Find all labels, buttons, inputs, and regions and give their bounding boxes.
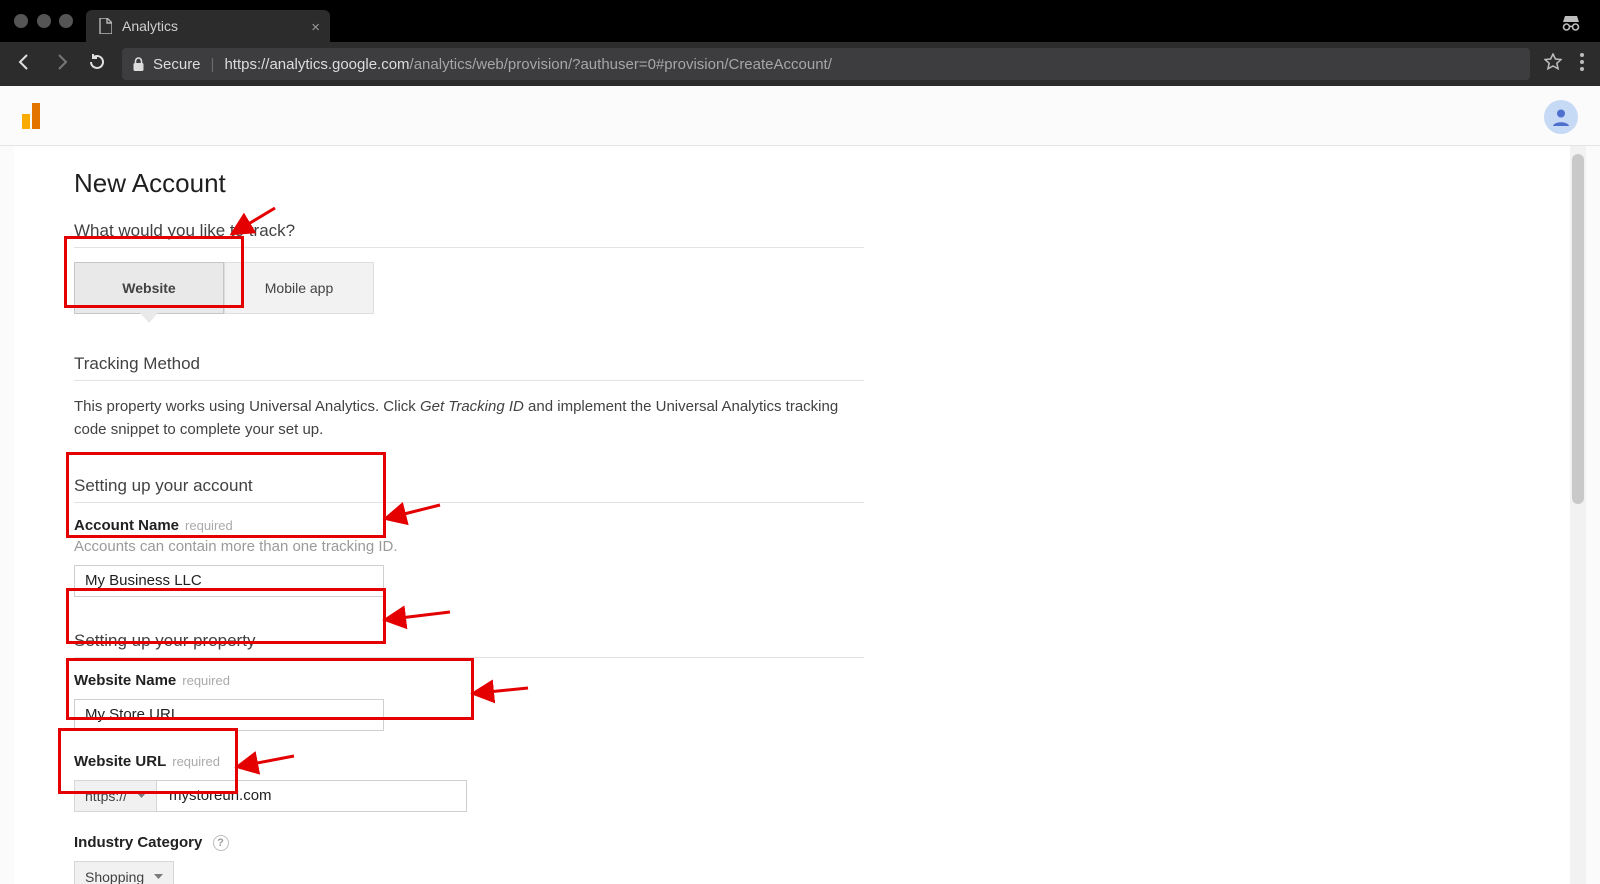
window-controls[interactable] — [14, 14, 73, 28]
analytics-logo-icon — [22, 103, 40, 129]
account-setup-heading: Setting up your account — [74, 476, 864, 503]
chevron-down-icon — [154, 874, 163, 880]
scrollbar-thumb[interactable] — [1572, 154, 1584, 504]
incognito-icon — [1560, 14, 1582, 32]
account-name-hint: Accounts can contain more than one track… — [74, 538, 864, 555]
help-icon[interactable]: ? — [213, 835, 229, 851]
website-url-label: Website URLrequired — [74, 753, 864, 770]
tracking-method-heading: Tracking Method — [74, 354, 864, 381]
app-header — [0, 86, 1600, 146]
content: New Account What would you like to track… — [14, 146, 864, 884]
browser-tab[interactable]: Analytics × — [86, 10, 330, 42]
property-setup-heading: Setting up your property — [74, 631, 864, 658]
scrollbar[interactable] — [1570, 146, 1586, 884]
industry-select[interactable]: Shopping — [74, 861, 174, 884]
user-icon — [1550, 106, 1572, 128]
account-name-input[interactable] — [74, 565, 384, 597]
industry-label: Industry Category ? — [74, 834, 864, 851]
page-icon — [98, 18, 112, 34]
track-type-toggle: Website Mobile app — [74, 262, 864, 314]
minimize-window-icon[interactable] — [37, 14, 51, 28]
address-bar[interactable]: Secure | https://analytics.google.com/an… — [122, 48, 1530, 80]
forward-button[interactable] — [52, 53, 70, 76]
website-url-input[interactable] — [157, 780, 467, 812]
tracking-method-desc: This property works using Universal Anal… — [74, 395, 864, 442]
reload-button[interactable] — [88, 53, 106, 76]
website-name-input[interactable] — [74, 699, 384, 731]
tab-website[interactable]: Website — [74, 262, 224, 314]
browser-toolbar: Secure | https://analytics.google.com/an… — [0, 42, 1600, 86]
browser-chrome: Analytics × Secure | https://analytics.g… — [0, 0, 1600, 86]
back-button[interactable] — [16, 53, 34, 76]
url-host: https://analytics.google.com — [224, 56, 409, 73]
close-window-icon[interactable] — [14, 14, 28, 28]
page: New Account What would you like to track… — [14, 146, 1586, 884]
website-name-label: Website Namerequired — [74, 672, 864, 689]
viewport: New Account What would you like to track… — [0, 146, 1600, 884]
secure-label: Secure — [153, 56, 201, 73]
lock-icon — [132, 57, 145, 72]
track-question: What would you like to track? — [74, 221, 864, 248]
account-name-label: Account Namerequired — [74, 517, 864, 534]
tab-mobile-app[interactable]: Mobile app — [224, 262, 374, 314]
close-tab-icon[interactable]: × — [311, 19, 320, 36]
browser-menu-icon[interactable] — [1580, 53, 1584, 76]
zoom-window-icon[interactable] — [59, 14, 73, 28]
url-path: /analytics/web/provision/?authuser=0#pro… — [410, 56, 832, 73]
titlebar: Analytics × — [0, 0, 1600, 42]
bookmark-star-icon[interactable] — [1544, 53, 1562, 76]
chevron-down-icon — [137, 793, 146, 799]
protocol-select[interactable]: https:// — [74, 780, 157, 812]
tab-title: Analytics — [122, 18, 178, 34]
page-title: New Account — [74, 168, 864, 199]
avatar[interactable] — [1544, 100, 1578, 134]
